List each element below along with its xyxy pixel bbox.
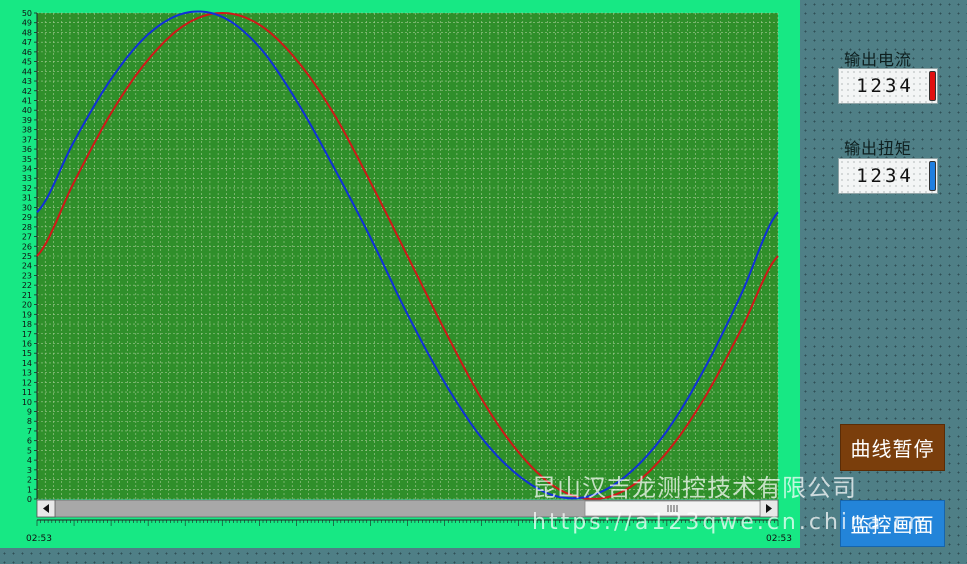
- current-display: 1234: [838, 68, 938, 104]
- y-tick-label: 27: [22, 233, 32, 242]
- y-tick-label: 24: [22, 262, 32, 271]
- y-tick-label: 47: [22, 38, 32, 47]
- torque-color-indicator: [929, 161, 936, 191]
- y-tick-label: 0: [27, 495, 32, 504]
- y-tick-label: 29: [22, 213, 32, 222]
- y-tick-label: 6: [27, 437, 32, 446]
- y-tick-label: 21: [22, 291, 32, 300]
- y-tick-label: 14: [22, 359, 32, 368]
- y-tick-label: 28: [22, 223, 32, 232]
- y-tick-label: 10: [22, 398, 32, 407]
- y-tick-label: 32: [22, 184, 32, 193]
- y-tick-label: 30: [22, 203, 32, 212]
- time-start-label: 02:53: [26, 534, 52, 544]
- time-end-label: 02:53: [766, 534, 792, 544]
- y-tick-label: 11: [22, 388, 32, 397]
- y-tick-label: 18: [22, 320, 32, 329]
- y-tick-label: 33: [22, 174, 32, 183]
- y-tick-label: 9: [27, 408, 32, 417]
- y-tick-label: 34: [22, 165, 32, 174]
- y-tick-label: 39: [22, 116, 32, 125]
- y-tick-label: 38: [22, 126, 32, 135]
- y-tick-label: 43: [22, 77, 32, 86]
- trend-chart: 0123456789101112131415161718192021222324…: [22, 9, 779, 526]
- y-tick-label: 3: [27, 466, 32, 475]
- y-tick-label: 4: [27, 456, 32, 465]
- current-label: 输出电流: [844, 50, 913, 69]
- y-tick-label: 17: [22, 330, 32, 339]
- y-tick-label: 19: [22, 310, 32, 319]
- torque-value: 1234: [856, 165, 914, 187]
- y-tick-label: 48: [22, 28, 32, 37]
- y-tick-label: 46: [22, 48, 32, 57]
- y-tick-label: 50: [22, 9, 32, 18]
- y-tick-label: 40: [22, 106, 32, 115]
- y-tick-label: 7: [27, 427, 32, 436]
- y-tick-label: 23: [22, 271, 32, 280]
- y-tick-label: 12: [22, 378, 32, 387]
- y-tick-label: 13: [22, 369, 32, 378]
- y-tick-label: 42: [22, 87, 32, 96]
- y-tick-label: 8: [27, 417, 32, 426]
- y-tick-label: 22: [22, 281, 32, 290]
- y-tick-label: 5: [27, 446, 32, 455]
- y-tick-label: 49: [22, 19, 32, 28]
- y-tick-label: 31: [22, 194, 32, 203]
- y-tick-label: 37: [22, 135, 32, 144]
- y-tick-label: 1: [27, 485, 32, 494]
- y-tick-label: 36: [22, 145, 32, 154]
- torque-display: 1234: [838, 158, 938, 194]
- watermark-url: https://a123qwe.cn.china.cn: [532, 510, 926, 535]
- y-tick-label: 41: [22, 96, 32, 105]
- y-tick-label: 26: [22, 242, 32, 251]
- pause-curve-button[interactable]: 曲线暂停: [840, 424, 945, 471]
- y-tick-label: 44: [22, 67, 32, 76]
- watermark-company: 昆山汉吉龙测控技术有限公司: [532, 474, 857, 502]
- torque-label: 输出扭矩: [844, 139, 913, 158]
- y-tick-label: 15: [22, 349, 32, 358]
- current-value: 1234: [856, 75, 914, 97]
- y-tick-label: 16: [22, 339, 32, 348]
- trend-view: 0 1 2 3 4 5 6 7 8 9 10 11 12 13 14 15 16 17 18 19 20 21 22 23 24…: [0, 0, 800, 548]
- y-tick-label: 2: [27, 476, 32, 485]
- y-tick-label: 25: [22, 252, 32, 261]
- y-tick-label: 45: [22, 58, 32, 67]
- y-tick-label: 35: [22, 155, 32, 164]
- y-tick-label: 20: [22, 301, 32, 310]
- current-color-indicator: [929, 71, 936, 101]
